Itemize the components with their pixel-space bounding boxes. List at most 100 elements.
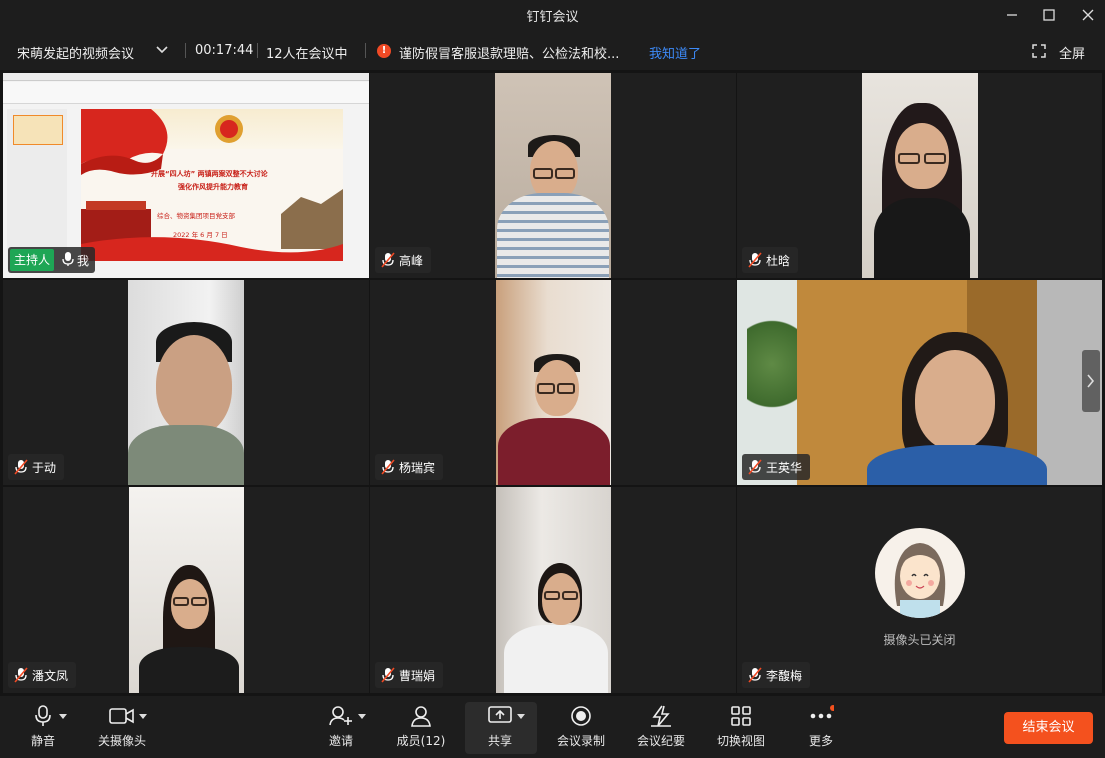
- participant-video: [862, 73, 978, 278]
- app-tabbar: [3, 73, 369, 81]
- meeting-duration: 00:17:44: [195, 43, 254, 58]
- mic-muted-icon: [381, 252, 395, 268]
- self-nametag: 主持人 我: [8, 247, 96, 273]
- slide-org: 综合、物资集团项目党支部: [157, 212, 235, 220]
- minimize-icon[interactable]: [1001, 4, 1023, 26]
- participant-video: [496, 280, 611, 485]
- participant-video: [129, 487, 244, 693]
- warning-icon: !: [377, 44, 391, 58]
- record-icon: [570, 702, 592, 730]
- invite-button[interactable]: 邀请: [326, 702, 356, 754]
- meeting-name[interactable]: 宋萌发起的视频会议: [17, 43, 134, 62]
- avatar-illustration: [894, 543, 946, 618]
- chevron-right-icon: [1087, 374, 1095, 388]
- video-tile-participant[interactable]: 潘文凤: [3, 487, 369, 693]
- record-button[interactable]: 会议录制: [555, 702, 607, 754]
- fullscreen-icon[interactable]: [1032, 44, 1046, 62]
- avatar: [875, 528, 965, 618]
- app-ribbon: [3, 82, 369, 104]
- participant-nametag: 于动: [8, 454, 65, 480]
- participants-status: 12人在会议中: [266, 47, 348, 62]
- notice-ack-link[interactable]: 我知道了: [649, 43, 701, 62]
- mic-muted-icon: [748, 252, 762, 268]
- mic-muted-icon: [14, 459, 28, 475]
- slide-thumbnail: [13, 115, 63, 145]
- mute-button[interactable]: 静音: [24, 702, 62, 754]
- participant-nametag: 杨瑞宾: [375, 454, 444, 480]
- camera-icon: [109, 702, 135, 730]
- participant-nametag: 高峰: [375, 247, 432, 273]
- participant-nametag: 王英华: [742, 454, 811, 480]
- participant-name: 李馥梅: [766, 668, 803, 683]
- grid-view-icon: [730, 702, 752, 730]
- fraud-notice: 谨防假冒客服退款理赔、公检法和校...: [399, 47, 620, 62]
- participant-name: 高峰: [399, 253, 424, 268]
- participant-name: 杨瑞宾: [399, 460, 436, 475]
- mic-icon[interactable]: [62, 251, 74, 270]
- video-tile-participant[interactable]: 曹瑞娟: [370, 487, 736, 693]
- video-tile-participant[interactable]: 于动: [3, 280, 369, 485]
- video-tile-self[interactable]: 开展“四人坊” 两镇两案双整不大讨论 强化作风提升能力教育 综合、物资集团项目党…: [3, 73, 369, 278]
- minutes-icon: [649, 702, 673, 730]
- meeting-toolbar: 静音 关摄像头 邀请 成员(12) 共享 会议录制 会议纪要 切换视图 更多 结…: [0, 696, 1105, 758]
- host-badge: 主持人: [10, 249, 55, 271]
- participant-name: 杜晗: [766, 253, 791, 268]
- mic-muted-icon: [748, 459, 762, 475]
- close-icon[interactable]: [1077, 4, 1099, 26]
- more-button[interactable]: 更多: [806, 702, 836, 754]
- mic-muted-icon: [14, 667, 28, 683]
- window-title: 钉钉会议: [526, 10, 579, 25]
- next-page-button[interactable]: [1082, 350, 1100, 412]
- more-icon: [808, 702, 834, 730]
- share-icon: [488, 702, 512, 730]
- participant-nametag: 曹瑞娟: [375, 662, 444, 688]
- chevron-down-icon[interactable]: [155, 44, 169, 60]
- members-button[interactable]: 成员(12): [396, 702, 446, 754]
- participant-video: [128, 280, 244, 485]
- participant-nametag: 李馥梅: [742, 662, 811, 688]
- mic-muted-icon: [748, 667, 762, 683]
- switch-view-button[interactable]: 切换视图: [715, 702, 767, 754]
- end-meeting-button[interactable]: 结束会议: [1004, 712, 1093, 744]
- camera-toggle-button[interactable]: 关摄像头: [94, 702, 150, 754]
- participant-nametag: 潘文凤: [8, 662, 77, 688]
- video-tile-participant[interactable]: 杜晗: [737, 73, 1102, 278]
- participant-nametag: 杜晗: [742, 247, 799, 273]
- title-bar: 钉钉会议: [0, 0, 1105, 30]
- video-tile-participant[interactable]: 杨瑞宾: [370, 280, 736, 485]
- chevron-down-icon[interactable]: [139, 714, 147, 719]
- video-tile-participant[interactable]: 摄像头已关闭 李馥梅: [737, 487, 1102, 693]
- invite-icon: [329, 702, 353, 730]
- video-tile-participant[interactable]: 高峰: [370, 73, 736, 278]
- fullscreen-button[interactable]: 全屏: [1059, 43, 1085, 62]
- slide-canvas: 开展“四人坊” 两镇两案双整不大讨论 强化作风提升能力教育 综合、物资集团项目党…: [81, 109, 343, 261]
- divider: [257, 43, 258, 58]
- chevron-down-icon[interactable]: [358, 714, 366, 719]
- mic-icon: [35, 702, 51, 730]
- maximize-icon[interactable]: [1038, 4, 1060, 26]
- members-icon: [410, 702, 432, 730]
- slide-subtitle: 强化作风提升能力教育: [178, 183, 248, 191]
- share-button[interactable]: 共享: [485, 702, 515, 754]
- video-tile-participant[interactable]: 王英华: [737, 280, 1102, 485]
- minutes-button[interactable]: 会议纪要: [635, 702, 687, 754]
- participant-video: [495, 73, 611, 278]
- participant-name: 曹瑞娟: [399, 668, 436, 683]
- mic-muted-icon: [381, 459, 395, 475]
- camera-off-label: 摄像头已关闭: [883, 633, 956, 647]
- participant-video: [496, 487, 611, 693]
- mic-muted-icon: [381, 667, 395, 683]
- slide-thumbnails: [7, 109, 67, 269]
- participant-name: 潘文凤: [32, 668, 69, 683]
- divider: [365, 43, 366, 58]
- meeting-info-bar: 宋萌发起的视频会议 00:17:44 12人在会议中 ! 谨防假冒客服退款理赔、…: [0, 30, 1105, 70]
- self-name: 我: [77, 253, 90, 268]
- divider: [185, 43, 186, 58]
- video-grid: 开展“四人坊” 两镇两案双整不大讨论 强化作风提升能力教育 综合、物资集团项目党…: [3, 73, 1102, 693]
- participant-name: 于动: [32, 460, 57, 475]
- slide-date: 2022 年 6 月 7 日: [173, 231, 228, 239]
- chevron-down-icon[interactable]: [59, 714, 67, 719]
- participant-name: 王英华: [766, 460, 803, 475]
- chevron-down-icon[interactable]: [517, 714, 525, 719]
- slide-title: 开展“四人坊” 两镇两案双整不大讨论: [151, 170, 268, 178]
